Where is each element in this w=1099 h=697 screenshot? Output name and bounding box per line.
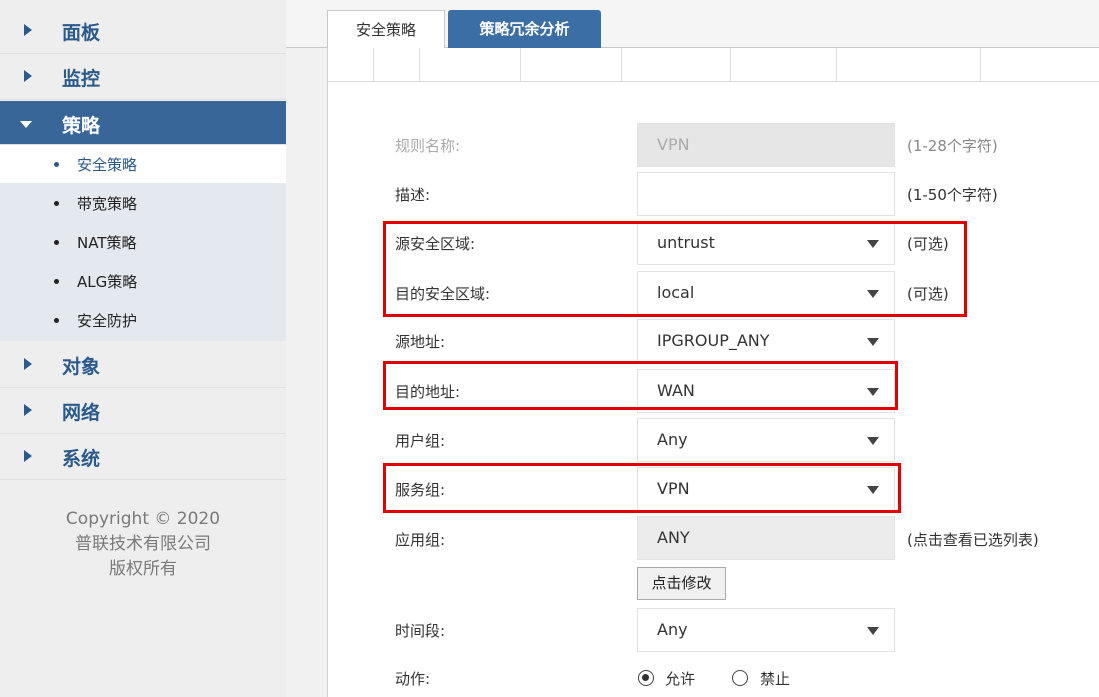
dropdown-arrow-icon bbox=[867, 388, 879, 396]
action-deny-radio[interactable] bbox=[732, 670, 748, 686]
description-hint: (1-50个字符) bbox=[907, 186, 998, 204]
user-group-label: 用户组: bbox=[395, 432, 446, 450]
column-divider bbox=[980, 48, 981, 82]
bullet-icon bbox=[54, 318, 59, 323]
app-group-field: ANY bbox=[637, 516, 895, 560]
submenu-item-alg-policy[interactable]: ALG策略 bbox=[0, 262, 286, 300]
caret-right-icon bbox=[24, 358, 32, 370]
user-group-value: Any bbox=[657, 430, 688, 449]
menu-item-system[interactable]: 系统 bbox=[0, 434, 286, 480]
submenu-item-label: 安全防护 bbox=[77, 312, 138, 330]
tab-bar: 安全策略 策略冗余分析 bbox=[286, 0, 1099, 49]
dst-addr-select[interactable]: WAN bbox=[637, 369, 895, 413]
rule-name-field: VPN bbox=[637, 123, 895, 167]
dropdown-arrow-icon bbox=[867, 437, 879, 445]
time-period-select[interactable]: Any bbox=[637, 608, 895, 652]
menu-item-dashboard[interactable]: 面板 bbox=[0, 8, 286, 54]
dropdown-arrow-icon bbox=[867, 290, 879, 298]
rule-name-hint: (1-28个字符) bbox=[907, 137, 998, 155]
time-period-value: Any bbox=[657, 620, 688, 639]
menu-item-network[interactable]: 网络 bbox=[0, 388, 286, 434]
submenu-item-label: 带宽策略 bbox=[77, 195, 138, 213]
src-addr-label: 源地址: bbox=[395, 333, 446, 351]
dropdown-arrow-icon bbox=[867, 486, 879, 494]
bullet-icon bbox=[54, 240, 59, 245]
time-period-label: 时间段: bbox=[395, 622, 446, 640]
menu-item-object[interactable]: 对象 bbox=[0, 342, 286, 388]
dropdown-arrow-icon bbox=[867, 338, 879, 346]
bullet-icon bbox=[54, 201, 59, 206]
src-zone-value: untrust bbox=[657, 233, 715, 252]
submenu-item-nat-policy[interactable]: NAT策略 bbox=[0, 223, 286, 261]
copyright-notice: Copyright © 2020 普联技术有限公司 版权所有 bbox=[0, 507, 286, 582]
bullet-icon bbox=[54, 279, 59, 284]
dst-zone-label: 目的安全区域: bbox=[395, 285, 491, 303]
dst-addr-value: WAN bbox=[657, 381, 695, 400]
policy-submenu: 安全策略 带宽策略 NAT策略 ALG策略 安全防护 bbox=[0, 145, 286, 341]
dst-zone-hint: (可选) bbox=[907, 285, 949, 303]
copyright-rights: 版权所有 bbox=[109, 559, 177, 579]
column-divider bbox=[621, 48, 622, 82]
app-group-label: 应用组: bbox=[395, 531, 446, 549]
action-deny-label: 禁止 bbox=[760, 670, 791, 688]
menu-item-label: 面板 bbox=[62, 22, 101, 44]
dst-addr-label: 目的地址: bbox=[395, 383, 461, 401]
src-addr-select[interactable]: IPGROUP_ANY bbox=[637, 319, 895, 363]
description-label: 描述: bbox=[395, 186, 431, 204]
column-divider bbox=[419, 48, 420, 82]
copyright-line: Copyright © 2020 bbox=[65, 509, 221, 529]
src-addr-value: IPGROUP_ANY bbox=[657, 331, 770, 350]
action-allow-label: 允许 bbox=[665, 670, 696, 688]
action-label: 动作: bbox=[395, 670, 431, 688]
submenu-item-label: 安全策略 bbox=[77, 156, 138, 174]
action-allow-radio[interactable] bbox=[638, 670, 654, 686]
caret-right-icon bbox=[24, 24, 32, 36]
menu-item-monitor[interactable]: 监控 bbox=[0, 54, 286, 100]
tab-security-policy[interactable]: 安全策略 bbox=[327, 10, 445, 49]
edit-button[interactable]: 点击修改 bbox=[637, 567, 726, 600]
rule-name-label: 规则名称: bbox=[395, 137, 461, 155]
column-divider bbox=[373, 48, 374, 82]
submenu-item-security-policy[interactable]: 安全策略 bbox=[0, 145, 286, 183]
user-group-select[interactable]: Any bbox=[637, 418, 895, 462]
menu-item-label: 监控 bbox=[62, 68, 101, 90]
column-divider bbox=[836, 48, 837, 82]
description-field[interactable] bbox=[637, 172, 895, 216]
dropdown-arrow-icon bbox=[867, 627, 879, 635]
tab-policy-redundancy-analysis[interactable]: 策略冗余分析 bbox=[448, 10, 601, 49]
submenu-item-security-protection[interactable]: 安全防护 bbox=[0, 301, 286, 339]
dropdown-arrow-icon bbox=[867, 240, 879, 248]
menu-item-label: 网络 bbox=[62, 402, 101, 424]
src-zone-label: 源安全区域: bbox=[395, 235, 476, 253]
dst-zone-value: local bbox=[657, 283, 695, 302]
submenu-item-bandwidth-policy[interactable]: 带宽策略 bbox=[0, 184, 286, 222]
submenu-item-label: NAT策略 bbox=[77, 234, 137, 252]
menu-item-label: 策略 bbox=[62, 115, 101, 137]
sidebar: 面板 监控 策略 安全策略 带宽策略 NAT策略 ALG策略 安全防护 对象 网… bbox=[0, 0, 286, 697]
column-divider bbox=[730, 48, 731, 82]
caret-down-icon bbox=[20, 121, 32, 128]
bullet-icon bbox=[54, 162, 59, 167]
dst-zone-select[interactable]: local bbox=[637, 271, 895, 315]
column-header-strip bbox=[328, 48, 1099, 82]
menu-item-label: 对象 bbox=[62, 356, 101, 378]
caret-right-icon bbox=[24, 450, 32, 462]
menu-item-policy[interactable]: 策略 bbox=[0, 101, 286, 145]
caret-right-icon bbox=[24, 70, 32, 82]
service-group-label: 服务组: bbox=[395, 481, 446, 499]
service-group-value: VPN bbox=[657, 479, 690, 498]
column-divider bbox=[520, 48, 521, 82]
caret-right-icon bbox=[24, 404, 32, 416]
copyright-company: 普联技术有限公司 bbox=[75, 534, 211, 554]
menu-item-label: 系统 bbox=[62, 448, 101, 470]
src-zone-select[interactable]: untrust bbox=[637, 221, 895, 265]
submenu-item-label: ALG策略 bbox=[77, 273, 138, 291]
src-zone-hint: (可选) bbox=[907, 235, 949, 253]
service-group-select[interactable]: VPN bbox=[637, 467, 895, 511]
app-group-hint[interactable]: (点击查看已选列表) bbox=[907, 529, 1039, 550]
